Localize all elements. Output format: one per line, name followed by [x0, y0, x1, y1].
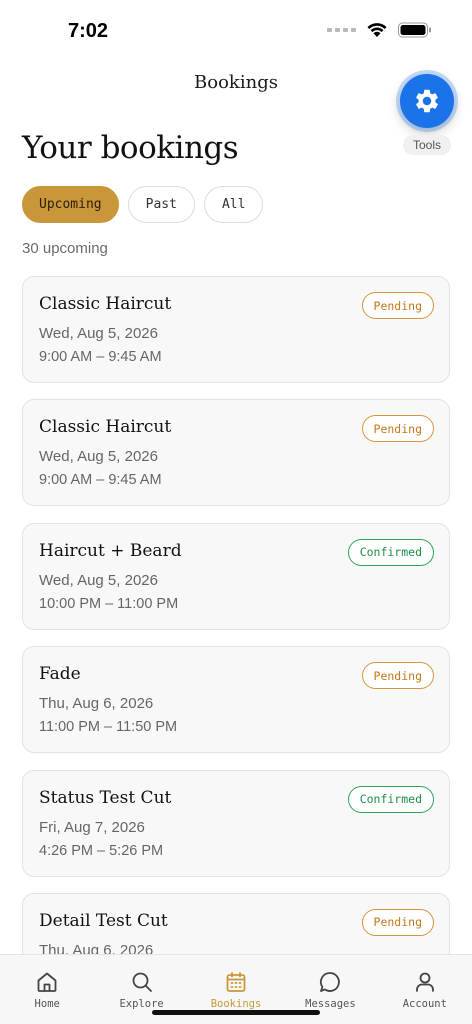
booking-service: Detail Test Cut — [39, 910, 168, 931]
battery-icon — [398, 22, 431, 38]
booking-date: Thu, Aug 6, 2026 — [39, 695, 154, 713]
tab-label: Bookings — [210, 998, 262, 1010]
status-badge: Pending — [361, 415, 434, 443]
tools-button[interactable] — [400, 74, 454, 128]
page-title: Your bookings — [22, 130, 239, 166]
status-badge: Pending — [361, 908, 434, 936]
tab-label: Messages — [305, 998, 356, 1010]
calendar-icon — [226, 972, 246, 992]
booking-date: Wed, Aug 5, 2026 — [39, 571, 158, 589]
home-icon — [37, 972, 57, 992]
booking-card[interactable]: Classic Haircut Pending Wed, Aug 5, 2026… — [22, 276, 450, 383]
status-badge: Pending — [361, 292, 434, 319]
booking-count: 30 upcoming — [22, 240, 108, 257]
booking-card[interactable]: Haircut + Beard Confirmed Wed, Aug 5, 20… — [22, 522, 450, 630]
booking-service: Haircut + Beard — [39, 540, 182, 561]
chat-bubble-icon — [320, 972, 341, 992]
booking-time: 9:00 AM – 9:45 AM — [39, 472, 162, 489]
filter-upcoming[interactable]: Upcoming — [22, 186, 119, 223]
filter-chips: Upcoming Past All — [22, 186, 264, 223]
tab-label: Explore — [119, 998, 164, 1010]
status-badge: Confirmed — [347, 785, 434, 813]
booking-service: Classic Haircut — [39, 417, 172, 438]
cellular-signal-icon — [327, 28, 356, 32]
booking-card[interactable]: Fade Pending Thu, Aug 6, 2026 11:00 PM –… — [22, 646, 450, 754]
booking-time: 4:26 PM – 5:26 PM — [39, 842, 164, 859]
person-icon — [415, 972, 434, 992]
status-icons — [327, 22, 432, 38]
filter-past[interactable]: Past — [127, 186, 195, 223]
booking-service: Classic Haircut — [39, 294, 172, 314]
booking-time: 10:00 PM – 11:00 PM — [39, 595, 179, 612]
status-time: 7:02 — [68, 20, 109, 42]
search-icon — [132, 972, 152, 992]
booking-service: Fade — [39, 664, 81, 685]
gear-icon — [416, 89, 438, 113]
home-indicator — [152, 1010, 320, 1015]
status-bar: 7:02 — [0, 0, 472, 60]
tab-label: Home — [34, 998, 60, 1010]
booking-date: Wed, Aug 5, 2026 — [39, 325, 158, 342]
booking-card[interactable]: Status Test Cut Confirmed Fri, Aug 7, 20… — [22, 769, 450, 877]
tab-home[interactable]: Home — [0, 955, 94, 1024]
booking-date: Wed, Aug 5, 2026 — [39, 448, 158, 466]
booking-service: Status Test Cut — [39, 787, 172, 808]
booking-time: 11:00 PM – 11:50 PM — [39, 719, 178, 736]
tab-account[interactable]: Account — [378, 955, 472, 1024]
status-badge: Pending — [361, 662, 434, 690]
booking-card[interactable]: Classic Haircut Pending Wed, Aug 5, 2026… — [22, 399, 450, 507]
booking-date: Fri, Aug 7, 2026 — [39, 818, 145, 836]
booking-list: Classic Haircut Pending Wed, Aug 5, 2026… — [22, 276, 450, 1016]
tab-label: Account — [402, 998, 447, 1010]
wifi-icon — [367, 23, 387, 37]
booking-time: 9:00 AM – 9:45 AM — [39, 349, 162, 365]
filter-all[interactable]: All — [203, 186, 264, 223]
tools-label: Tools — [403, 135, 451, 155]
status-badge: Confirmed — [347, 538, 434, 566]
